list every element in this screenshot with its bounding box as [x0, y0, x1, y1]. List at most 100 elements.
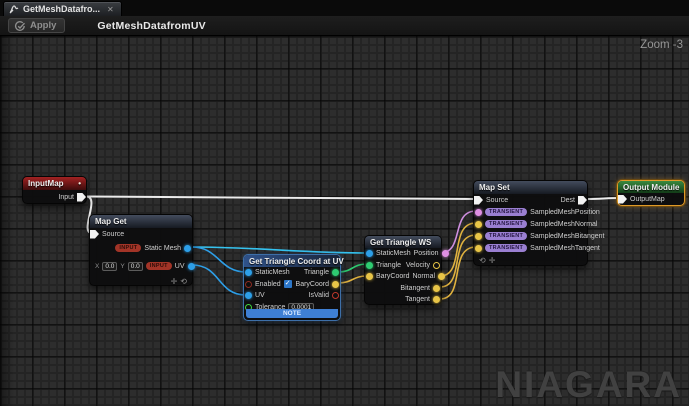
- exec-pin-outputmap[interactable]: [618, 195, 627, 204]
- apply-button-label: Apply: [30, 20, 56, 31]
- transient-badge: TRANSIENT: [485, 232, 527, 240]
- niagara-module-icon: [9, 4, 19, 14]
- pin-row-sampled-tangent: TRANSIENT SampledMeshTangent: [474, 242, 587, 254]
- node-ws-header[interactable]: Get Triangle WS: [365, 236, 441, 248]
- loop-icon[interactable]: ⟲: [479, 257, 486, 265]
- wire-staticmesh-to-coord[interactable]: [192, 247, 246, 272]
- uv-y-field[interactable]: 0.0: [128, 262, 143, 271]
- pin-row: StaticMesh Position: [365, 248, 441, 260]
- pin-label-sampledmeshbitangent: SampledMeshBitangent: [530, 233, 604, 240]
- pin-label-position: Position: [414, 250, 439, 257]
- pin-row-sampled-normal: TRANSIENT SampledMeshNormal: [474, 218, 587, 230]
- add-pin-icon[interactable]: ✛: [489, 257, 496, 265]
- node-title: Get Triangle WS: [370, 238, 431, 247]
- toolbar: Apply GetMeshDatafromUV: [0, 16, 689, 36]
- node-output-header[interactable]: Output Module: [618, 181, 684, 193]
- node-map-set-header[interactable]: Map Set: [474, 181, 587, 194]
- pin-sampledmeshposition-in[interactable]: [475, 209, 482, 216]
- node-footer-icons: ✛ ⟲: [90, 276, 192, 287]
- pin-row-sampled-bitangent: TRANSIENT SampledMeshBitangent: [474, 230, 587, 242]
- uv-x-field[interactable]: 0.0: [102, 262, 117, 271]
- pin-label-tangent: Tangent: [405, 296, 430, 303]
- graph-canvas[interactable]: Zoom -3 InputMap • Input: [0, 36, 689, 406]
- pin-tangent-out[interactable]: [433, 296, 440, 303]
- node-output-module[interactable]: Output Module OutputMap: [617, 180, 685, 206]
- wire-exec-mapset-to-output[interactable]: [587, 198, 619, 199]
- loop-icon[interactable]: ⟲: [180, 278, 187, 286]
- pin-static-mesh-out[interactable]: [184, 245, 191, 252]
- pin-barycoord-out[interactable]: [332, 281, 339, 288]
- pin-row-sampled-position: TRANSIENT SampledMeshPosition: [474, 206, 587, 218]
- wire-barycoord[interactable]: [338, 276, 367, 283]
- pin-enabled-in[interactable]: [245, 281, 252, 288]
- pin-label-sampledmeshnormal: SampledMeshNormal: [530, 221, 597, 228]
- uv-x-label: X: [95, 263, 99, 270]
- node-get-triangle-coord-at-uv[interactable]: Get Triangle Coord at UV StaticMesh Tria…: [243, 254, 341, 321]
- pin-isvalid-out[interactable]: [332, 292, 339, 299]
- pin-triangle-out[interactable]: [332, 269, 339, 276]
- pin-velocity-out[interactable]: [433, 262, 440, 269]
- tab-bar: GetMeshDatafro... ✕: [0, 0, 689, 16]
- pin-row-outputmap: OutputMap: [618, 193, 684, 205]
- node-map-get[interactable]: Map Get Source INPUT Static Mesh X 0.0 Y…: [89, 214, 193, 286]
- pin-label-dest: Dest: [561, 197, 575, 204]
- add-pin-icon[interactable]: ✛: [171, 278, 178, 286]
- pin-row: Bitangent: [365, 283, 441, 295]
- enabled-checkbox[interactable]: ✓: [284, 280, 292, 288]
- exec-pin-source[interactable]: [474, 196, 483, 205]
- tab-close-icon[interactable]: ✕: [107, 5, 114, 14]
- pin-label-input: Input: [58, 194, 74, 201]
- apply-check-icon: [14, 20, 26, 32]
- pin-label-velocity: Velocity: [406, 262, 430, 269]
- pin-label-bitangent: Bitangent: [400, 285, 430, 292]
- node-get-triangle-ws[interactable]: Get Triangle WS StaticMesh Position Tria…: [364, 235, 442, 305]
- tab-title: GetMeshDatafro...: [23, 4, 100, 14]
- pin-row: Triangle Velocity: [365, 260, 441, 272]
- pin-triangle-in[interactable]: [366, 262, 373, 269]
- pin-position-out[interactable]: [442, 250, 449, 257]
- pin-label-source: Source: [486, 197, 508, 204]
- node-footer-icons: ⟲ ✛: [474, 254, 587, 267]
- pin-staticmesh-in[interactable]: [366, 250, 373, 257]
- tab-getmeshdatafromuv[interactable]: GetMeshDatafro... ✕: [3, 1, 122, 16]
- pin-label-staticmesh: StaticMesh: [376, 250, 411, 257]
- pin-bitangent-out[interactable]: [433, 285, 440, 292]
- apply-button[interactable]: Apply: [8, 18, 65, 33]
- pin-label-static-mesh: Static Mesh: [144, 245, 181, 252]
- pin-label-isvalid: IsValid: [309, 292, 330, 299]
- pin-row-source-dest: Source Dest: [474, 194, 587, 206]
- node-title: InputMap: [28, 179, 64, 188]
- pin-label-barycoord: BaryCoord: [296, 281, 329, 288]
- note-bar[interactable]: NOTE: [246, 309, 338, 318]
- pin-uv-in[interactable]: [245, 292, 252, 299]
- pin-label-sampledmeshtangent: SampledMeshTangent: [530, 245, 600, 252]
- node-map-set[interactable]: Map Set Source Dest TRANSIENT SampledMes…: [473, 180, 588, 266]
- node-coord-header[interactable]: Get Triangle Coord at UV: [244, 255, 340, 267]
- pin-uv-out[interactable]: [188, 263, 195, 270]
- wire-staticmesh-to-ws[interactable]: [192, 247, 367, 253]
- pin-label-staticmesh: StaticMesh: [255, 269, 290, 276]
- node-input-map[interactable]: InputMap • Input: [22, 176, 87, 204]
- input-badge: INPUT: [115, 244, 141, 252]
- pin-label-normal: Normal: [412, 273, 435, 280]
- pin-label-barycoord: BaryCoord: [376, 273, 409, 280]
- uv-y-label: Y: [120, 263, 124, 270]
- pin-staticmesh-in[interactable]: [245, 269, 252, 276]
- pin-sampledmeshtangent-in[interactable]: [475, 245, 482, 252]
- exec-pin-source[interactable]: [90, 230, 99, 239]
- pin-label-sampledmeshposition: SampledMeshPosition: [530, 209, 600, 216]
- exec-pin-dest[interactable]: [578, 196, 587, 205]
- wire-uv-to-coord[interactable]: [192, 265, 246, 295]
- pin-row-static-mesh: INPUT Static Mesh: [90, 240, 192, 256]
- exec-pin-input-out[interactable]: [77, 193, 86, 202]
- pin-row-source: Source: [90, 228, 192, 240]
- pin-sampledmeshnormal-in[interactable]: [475, 221, 482, 228]
- pin-sampledmeshbitangent-in[interactable]: [475, 233, 482, 240]
- pin-barycoord-in[interactable]: [366, 273, 373, 280]
- pin-row: Input: [23, 190, 86, 204]
- wire-exec-input-to-mapset[interactable]: [87, 197, 477, 200]
- dirty-dot-icon: •: [78, 180, 81, 188]
- node-input-map-header[interactable]: InputMap •: [23, 177, 86, 190]
- node-map-get-header[interactable]: Map Get: [90, 215, 192, 228]
- pin-label-triangle: Triangle: [304, 269, 329, 276]
